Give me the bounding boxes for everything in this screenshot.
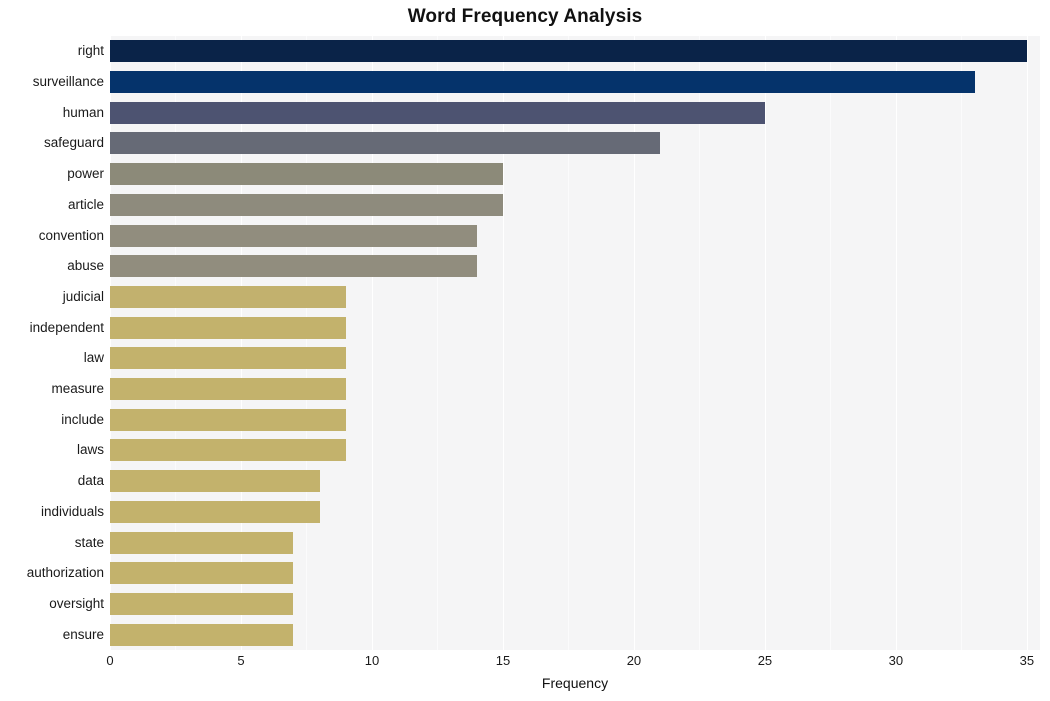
bar-abuse[interactable]	[110, 255, 477, 278]
bar-surveillance[interactable]	[110, 71, 975, 94]
y-tick-label-independent: independent	[29, 319, 104, 335]
chart-title: Word Frequency Analysis	[407, 6, 643, 27]
plot-area	[110, 36, 1040, 650]
y-tick-label-safeguard: safeguard	[43, 135, 104, 151]
bar-row	[110, 97, 1040, 128]
bars-layer	[110, 36, 1040, 650]
bar-row	[110, 497, 1040, 528]
y-tick-label-laws: laws	[76, 442, 104, 458]
bar-row	[110, 251, 1040, 282]
bar-safeguard[interactable]	[110, 132, 661, 155]
x-tick-label-20: 20	[626, 653, 642, 668]
bar-row	[110, 589, 1040, 620]
bar-law[interactable]	[110, 347, 346, 370]
bar-article[interactable]	[110, 193, 503, 216]
bar-row	[110, 36, 1040, 67]
x-tick-label-35: 35	[1019, 653, 1035, 668]
bar-power[interactable]	[110, 163, 503, 186]
x-tick-label-30: 30	[888, 653, 904, 668]
x-tick-label-25: 25	[757, 653, 773, 668]
y-tick-label-ensure: ensure	[62, 626, 104, 642]
bar-row	[110, 220, 1040, 251]
bar-row	[110, 159, 1040, 190]
y-tick-label-human: human	[62, 104, 104, 120]
y-tick-label-right: right	[77, 43, 104, 59]
bar-row	[110, 404, 1040, 435]
bar-row	[110, 374, 1040, 405]
bar-row	[110, 190, 1040, 221]
y-tick-label-oversight: oversight	[49, 595, 104, 611]
x-tick-label-0: 0	[106, 653, 114, 668]
x-axis-title: Frequency	[541, 675, 609, 691]
y-tick-label-law: law	[83, 350, 104, 366]
y-tick-label-article: article	[67, 196, 104, 212]
y-tick-label-power: power	[67, 166, 104, 182]
bar-row	[110, 343, 1040, 374]
bar-judicial[interactable]	[110, 285, 346, 308]
bar-row	[110, 312, 1040, 343]
bar-row	[110, 619, 1040, 650]
bar-state[interactable]	[110, 531, 294, 554]
y-tick-label-state: state	[74, 534, 104, 550]
y-tick-label-data: data	[77, 473, 104, 489]
y-tick-label-judicial: judicial	[62, 288, 104, 304]
bar-measure[interactable]	[110, 378, 346, 401]
y-axis-tick-labels: right surveillance human safeguard power arti…	[0, 36, 104, 650]
x-tick-label-5: 5	[237, 653, 245, 668]
word-frequency-chart-figure: Word Frequency Analysis right surveillanc…	[0, 0, 1050, 701]
bar-row	[110, 128, 1040, 159]
bar-row	[110, 466, 1040, 497]
bar-independent[interactable]	[110, 316, 346, 339]
bar-data[interactable]	[110, 470, 320, 493]
x-tick-label-15: 15	[495, 653, 511, 668]
bar-include[interactable]	[110, 408, 346, 431]
bar-row	[110, 282, 1040, 313]
bar-human[interactable]	[110, 101, 765, 124]
bar-right[interactable]	[110, 40, 1027, 63]
bar-ensure[interactable]	[110, 623, 294, 646]
bar-authorization[interactable]	[110, 562, 294, 585]
bar-laws[interactable]	[110, 439, 346, 462]
y-tick-label-measure: measure	[51, 381, 104, 397]
bar-row	[110, 67, 1040, 98]
y-tick-label-individuals: individuals	[40, 503, 104, 519]
bar-row	[110, 558, 1040, 589]
x-tick-label-10: 10	[364, 653, 380, 668]
y-tick-label-abuse: abuse	[67, 258, 104, 274]
y-tick-label-include: include	[61, 411, 104, 427]
bar-individuals[interactable]	[110, 500, 320, 523]
y-tick-label-authorization: authorization	[26, 565, 104, 581]
bar-row	[110, 435, 1040, 466]
y-tick-label-convention: convention	[38, 227, 104, 243]
bar-row	[110, 527, 1040, 558]
bar-oversight[interactable]	[110, 592, 294, 615]
x-axis-tick-labels: 0 5 10 15 20 25 30 35	[106, 650, 1040, 674]
y-tick-label-surveillance: surveillance	[32, 74, 104, 90]
bar-convention[interactable]	[110, 224, 477, 247]
